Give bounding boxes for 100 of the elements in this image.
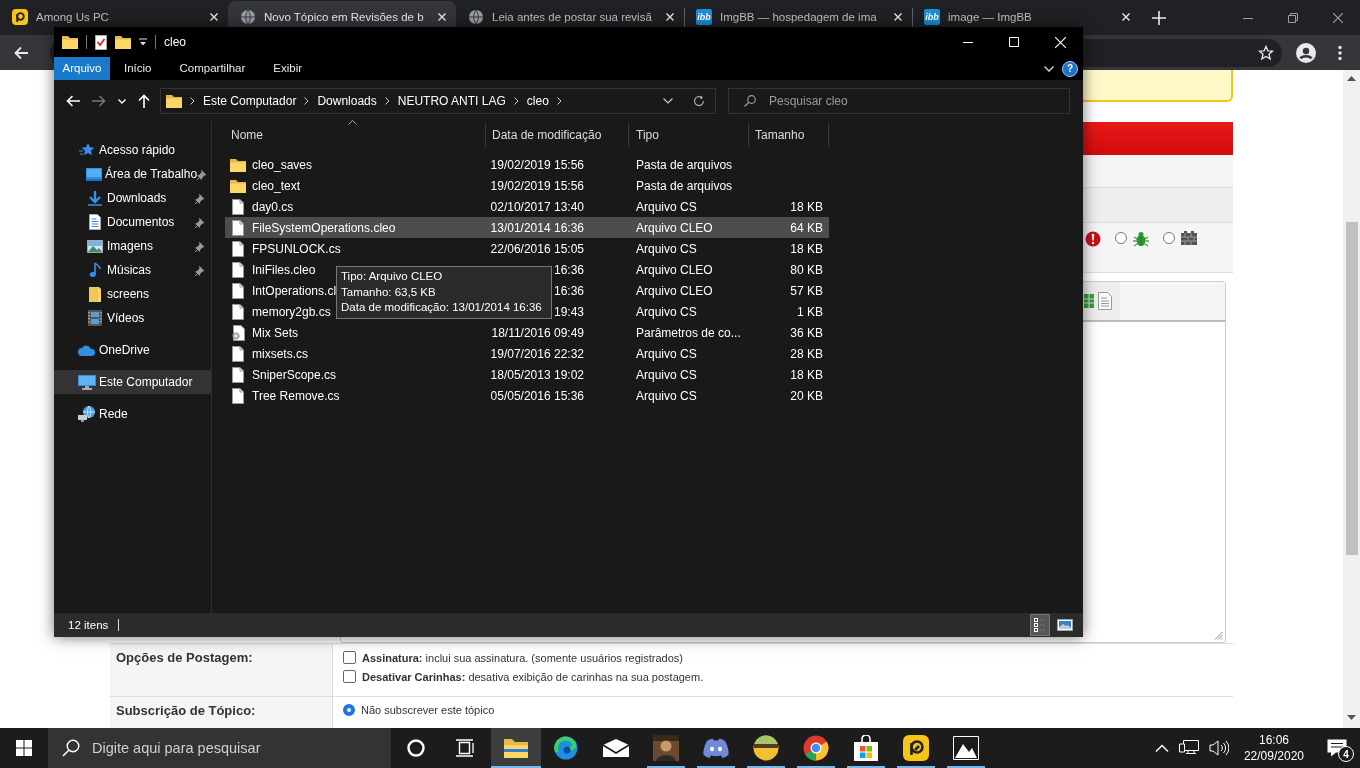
taskbar-button[interactable]	[491, 728, 541, 768]
radio-button[interactable]	[343, 704, 355, 716]
nav-item[interactable]: Rede	[54, 402, 211, 426]
folder-icon[interactable]	[62, 35, 78, 49]
file-date: 19/07/2016 22:32	[490, 346, 584, 361]
breadcrumb-item[interactable]: cleo	[526, 94, 549, 108]
restore-icon[interactable]	[1287, 12, 1298, 23]
pin-icon[interactable]	[195, 216, 205, 228]
ribbon-tab[interactable]: Arquivo	[54, 57, 110, 80]
file-name[interactable]: cleo_saves	[252, 157, 313, 172]
clock[interactable]: 16:06 22/09/2020	[1233, 732, 1314, 764]
radio-button[interactable]	[1163, 232, 1175, 244]
checkbox[interactable]	[343, 651, 356, 664]
file-name[interactable]: Mix Sets	[252, 325, 298, 340]
file-name[interactable]: FPSUNLOCK.cs	[252, 241, 341, 256]
profile-icon[interactable]	[1296, 42, 1316, 63]
folder-icon[interactable]	[115, 35, 131, 49]
nav-item[interactable]: Acesso rápido	[54, 138, 211, 162]
bug-icon	[1133, 231, 1149, 247]
file-row[interactable]: FileSystemOperations.cleo 13/01/2014 16:36 Arquivo CLEO 64 KB	[225, 217, 829, 238]
checklist-icon[interactable]	[95, 34, 107, 50]
ribbon-tab[interactable]: Compartilhar	[165, 57, 260, 80]
breadcrumb-item[interactable]: Downloads	[317, 94, 377, 108]
nav-item[interactable]: Documentos	[54, 210, 211, 234]
browser-tab[interactable]: Leia antes de postar sua revisã	[456, 1, 684, 27]
address-field[interactable]: Este Computador Downloads NEUTRO ANTI LAG cleo	[160, 88, 716, 114]
view-button[interactable]	[1030, 614, 1050, 636]
globe-icon	[468, 9, 484, 25]
file-name[interactable]: cleo_text	[252, 178, 301, 193]
chevron-down-icon[interactable]	[1044, 65, 1054, 72]
file-type: Arquivo CS	[636, 199, 697, 214]
back-icon[interactable]	[13, 44, 29, 61]
browser-tab[interactable]: Novo Tópico em Revisões de b	[228, 1, 456, 27]
nav-item[interactable]: Downloads	[54, 186, 211, 210]
chevron-icon[interactable]	[304, 97, 310, 105]
file-name[interactable]: mixsets.cs	[252, 346, 308, 361]
notification-button[interactable]: 4	[1314, 728, 1360, 768]
scroll-down-icon[interactable]	[1347, 715, 1356, 720]
breadcrumb-item[interactable]: NEUTRO ANTI LAG	[397, 94, 506, 108]
column-header[interactable]: Tipo	[629, 123, 749, 147]
help-button[interactable]: ?	[1062, 60, 1078, 77]
back-icon[interactable]	[66, 95, 80, 107]
spreadsheet-icon[interactable]	[1084, 294, 1094, 308]
star-icon[interactable]	[1258, 44, 1274, 61]
chevron-icon[interactable]	[556, 97, 562, 105]
file-size: 18 KB	[790, 367, 823, 382]
plus-icon[interactable]	[1152, 11, 1166, 25]
volume-icon[interactable]	[1208, 740, 1229, 756]
checkbox[interactable]	[343, 670, 356, 683]
nav-item[interactable]: OneDrive	[54, 338, 211, 362]
column-header[interactable]: Data de modificação	[486, 123, 629, 147]
resize-grip-icon[interactable]	[1213, 630, 1223, 640]
pin-icon[interactable]	[195, 264, 205, 276]
ribbon-tab[interactable]: Exibir	[259, 57, 317, 80]
column-header[interactable]: Tamanho	[749, 123, 829, 147]
taskbar-search-field[interactable]: Digite aqui para pesquisar	[48, 728, 391, 768]
scroll-up-icon[interactable]	[1347, 76, 1356, 81]
nav-item[interactable]: Imagens	[54, 234, 211, 258]
nav-item[interactable]: Músicas	[54, 258, 211, 282]
nav-item[interactable]: screens	[54, 282, 211, 306]
breadcrumb-item[interactable]: Este Computador	[203, 94, 297, 108]
file-name[interactable]: memory2gb.cs	[252, 304, 331, 319]
dropdown-icon[interactable]	[139, 38, 147, 46]
up-icon[interactable]	[138, 94, 150, 108]
scrollbar[interactable]	[1343, 70, 1360, 728]
details-view-icon	[1034, 617, 1046, 633]
chevron-icon[interactable]	[190, 97, 195, 105]
document-icon	[89, 214, 101, 230]
document-icon[interactable]	[1098, 292, 1112, 310]
tiles-view-icon	[1057, 619, 1073, 631]
pin-icon[interactable]	[195, 192, 205, 204]
browser-tab[interactable]: Among Us PC	[0, 1, 228, 27]
file-type: Arquivo CLEO	[636, 262, 713, 277]
ribbon-tab[interactable]: Início	[110, 57, 166, 80]
file-name[interactable]: SniperScope.cs	[252, 367, 337, 382]
pin-icon[interactable]	[197, 168, 208, 180]
scrollbar-thumb[interactable]	[1345, 222, 1358, 555]
search-field[interactable]: Pesquisar cleo	[728, 88, 1070, 114]
network-icon[interactable]	[1178, 739, 1199, 757]
chevron-icon[interactable]	[513, 97, 519, 105]
swirl-icon	[554, 736, 578, 760]
file-name[interactable]: day0.cs	[252, 199, 294, 214]
pin-icon[interactable]	[195, 240, 205, 252]
radio-button[interactable]	[1115, 232, 1127, 244]
menu-icon[interactable]	[1338, 44, 1342, 61]
chevron-up-icon[interactable]	[1154, 744, 1169, 752]
maximize-icon[interactable]	[1009, 37, 1019, 47]
caret-icon[interactable]	[663, 98, 673, 104]
file-name[interactable]: IntOperations.cl	[252, 283, 337, 298]
file-name[interactable]: IniFiles.cleo	[252, 262, 316, 277]
windows-icon	[16, 740, 32, 756]
nav-item[interactable]: Área de Trabalho	[54, 162, 211, 186]
close-icon[interactable]	[1332, 12, 1343, 23]
nav-item[interactable]: Vídeos	[54, 306, 211, 330]
file-name[interactable]: Tree Remove.cs	[252, 388, 340, 403]
nav-item[interactable]: Este Computador	[54, 370, 211, 394]
column-header[interactable]: Nome	[225, 123, 486, 147]
refresh-icon[interactable]	[693, 95, 705, 107]
forward-icon[interactable]	[92, 95, 106, 107]
chevron-icon[interactable]	[384, 97, 390, 105]
